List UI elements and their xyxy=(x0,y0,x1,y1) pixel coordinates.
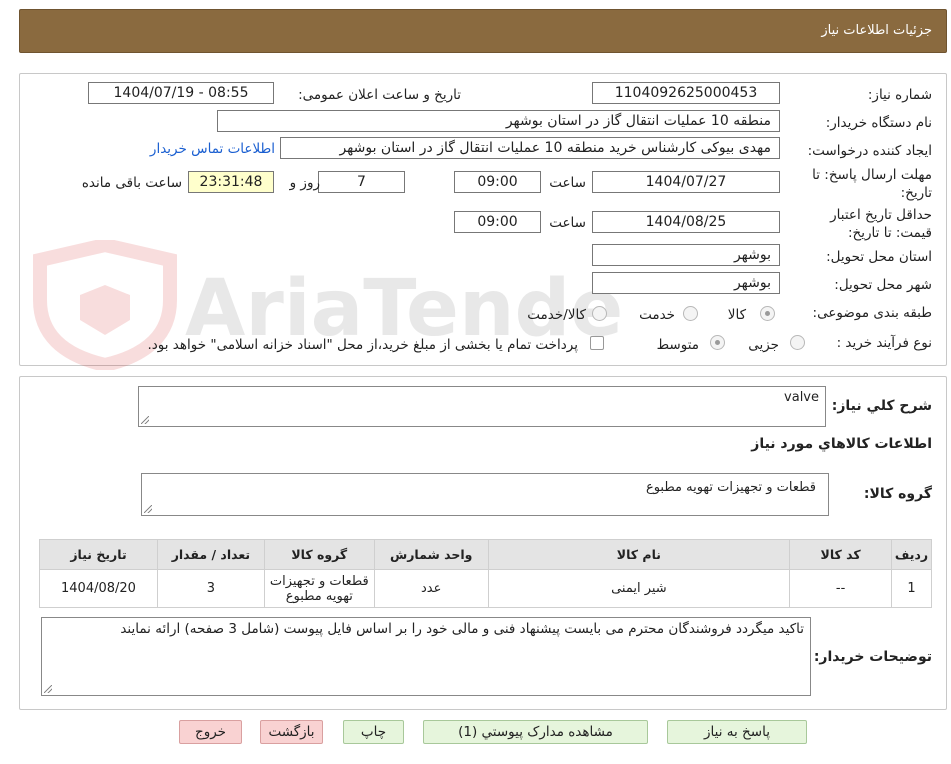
validity-date-field: 1404/08/25 xyxy=(592,211,780,233)
validity-label-line2: قیمت: تا تاریخ: xyxy=(848,225,932,241)
buyer-org-label: نام دستگاه خریدار: xyxy=(825,115,932,131)
cell-item-code: -- xyxy=(789,569,893,608)
description-text: valve xyxy=(784,390,819,405)
purchase-option-minor: جزیی xyxy=(748,337,779,353)
col-item-name: نام کالا xyxy=(487,539,791,570)
purchase-option-medium: متوسط xyxy=(656,337,699,353)
goods-group-text: قطعات و تجهیزات تهویه مطبوع xyxy=(645,480,816,495)
buyer-org-field: منطقه 10 عملیات انتقال گاز در استان بوشه… xyxy=(217,110,780,132)
remaining-time-label: ساعت باقی مانده xyxy=(81,175,182,191)
category-radio-goods-service[interactable] xyxy=(592,306,607,321)
view-attachments-button[interactable]: مشاهده مدارک پیوستي (1) xyxy=(423,720,648,744)
goods-group-field[interactable]: قطعات و تجهیزات تهویه مطبوع xyxy=(141,473,829,516)
city-label: شهر محل تحویل: xyxy=(834,277,932,293)
col-goods-group: گروه کالا xyxy=(263,539,375,570)
table-row: 1 -- شیر ایمنی عدد قطعات و تجهیزات تهویه… xyxy=(39,569,932,608)
category-option-service: خدمت xyxy=(639,307,675,323)
deadline-label-line1: مهلت ارسال پاسخ: تا xyxy=(812,167,932,183)
buyer-notes-field[interactable]: تاکید میگردد فروشندگان محترم می بایست پی… xyxy=(41,617,811,696)
description-label: شرح کلي نياز: xyxy=(831,398,932,414)
need-number-field: 1104092625000453 xyxy=(592,82,780,104)
page-title: جزئیات اطلاعات نیاز xyxy=(821,23,932,38)
treasury-payment-checkbox[interactable] xyxy=(590,336,604,350)
category-radio-goods[interactable] xyxy=(760,306,775,321)
purchase-type-label: نوع فرآیند خرید : xyxy=(836,335,932,351)
city-field: بوشهر xyxy=(592,272,780,294)
resize-grip-icon[interactable] xyxy=(141,416,149,424)
page-header: جزئیات اطلاعات نیاز xyxy=(19,9,947,53)
goods-table: رديف کد کالا نام کالا واحد شمارش گروه کا… xyxy=(39,539,932,608)
deadline-time-field: 09:00 xyxy=(454,171,541,193)
cell-quantity: 3 xyxy=(156,569,265,608)
table-header-row: رديف کد کالا نام کالا واحد شمارش گروه کا… xyxy=(39,539,932,570)
validity-time-field: 09:00 xyxy=(454,211,541,233)
category-label: طبقه بندی موضوعی: xyxy=(812,305,932,321)
description-field[interactable]: valve xyxy=(138,386,826,427)
cell-unit: عدد xyxy=(373,569,489,608)
reply-button[interactable]: پاسخ به نیاز xyxy=(667,720,807,744)
validity-label-line1: حداقل تاریخ اعتبار xyxy=(830,207,932,223)
province-label: استان محل تحویل: xyxy=(826,249,932,265)
category-option-goods-service: کالا/خدمت xyxy=(527,307,586,323)
validity-time-label: ساعت xyxy=(549,215,586,231)
deadline-label-line2: تاریخ: xyxy=(900,185,932,201)
category-option-goods: کالا xyxy=(727,307,746,323)
remaining-time-field: 23:31:48 xyxy=(188,171,274,193)
cell-need-date: 1404/08/20 xyxy=(39,569,158,608)
requester-label: ایجاد کننده درخواست: xyxy=(807,143,932,159)
requester-field: مهدی بیوکی کارشناس خرید منطقه 10 عملیات … xyxy=(280,137,780,159)
resize-grip-icon[interactable] xyxy=(44,685,52,693)
resize-grip-icon[interactable] xyxy=(144,505,152,513)
exit-button[interactable]: خروج xyxy=(179,720,242,744)
deadline-days-label: روز و xyxy=(289,175,320,191)
announce-date-label: تاریخ و ساعت اعلان عمومی: xyxy=(298,87,461,103)
category-radio-service[interactable] xyxy=(683,306,698,321)
deadline-time-label: ساعت xyxy=(549,175,586,191)
back-button[interactable]: بازگشت xyxy=(260,720,323,744)
col-unit: واحد شمارش xyxy=(373,539,489,570)
purchase-radio-minor[interactable] xyxy=(790,335,805,350)
col-quantity: تعداد / مقدار xyxy=(156,539,265,570)
col-need-date: تاريخ نياز xyxy=(39,539,158,570)
cell-goods-group: قطعات و تجهیزات تهویه مطبوع xyxy=(263,569,375,608)
buyer-notes-label: توضیحات خریدار: xyxy=(813,649,932,665)
col-item-code: کد کالا xyxy=(789,539,893,570)
province-field: بوشهر xyxy=(592,244,780,266)
need-number-label: شماره نیاز: xyxy=(867,87,932,103)
print-button[interactable]: چاپ xyxy=(343,720,404,744)
cell-item-name: شیر ایمنی xyxy=(487,569,791,608)
col-row-number: رديف xyxy=(891,539,932,570)
announce-date-field: 1404/07/19 - 08:55 xyxy=(88,82,274,104)
deadline-date-field: 1404/07/27 xyxy=(592,171,780,193)
buyer-contact-link[interactable]: اطلاعات تماس خریدار xyxy=(150,141,275,157)
buyer-notes-text: تاکید میگردد فروشندگان محترم می بایست پی… xyxy=(120,621,804,637)
deadline-days-field: 7 xyxy=(318,171,405,193)
goods-info-title: اطلاعات کالاهاي مورد نياز xyxy=(751,436,932,452)
treasury-payment-note: پرداخت تمام یا بخشی از مبلغ خرید،از محل … xyxy=(147,337,578,353)
cell-row-number: 1 xyxy=(891,569,932,608)
purchase-radio-medium[interactable] xyxy=(710,335,725,350)
goods-group-label: گروه کالا: xyxy=(863,486,932,502)
